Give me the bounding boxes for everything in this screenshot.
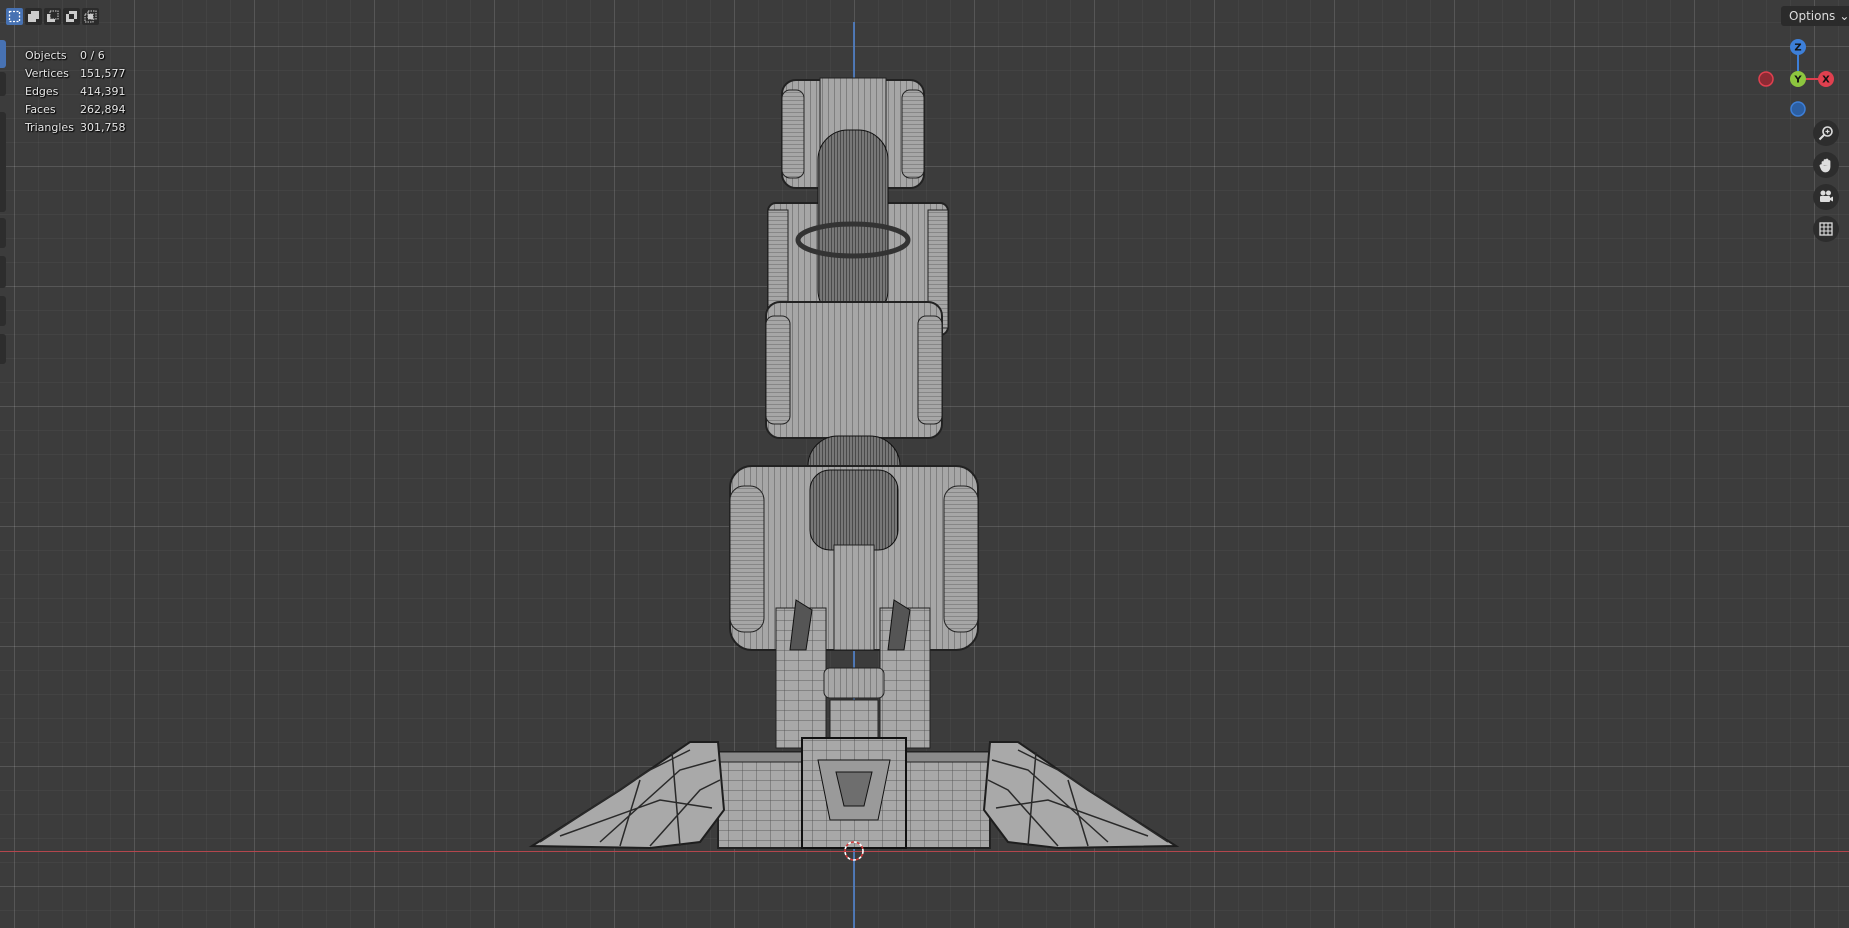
select-intersect-icon[interactable] [82,8,99,25]
stat-vertices: Vertices 151,577 [25,65,126,83]
select-difference-icon[interactable] [63,8,80,25]
stat-value: 0 / 6 [80,49,105,62]
select-extend-icon[interactable] [25,8,42,25]
toolbar-tool-cursor[interactable] [0,72,6,96]
toolbar-tool-transform-group[interactable] [0,112,6,212]
gizmo-y-label: Y [1793,75,1802,86]
gizmo-neg-z-handle[interactable] [1790,101,1806,117]
stat-label: Faces [25,103,56,116]
toolbar-tool-measure[interactable] [0,256,6,288]
stat-value: 414,391 [80,85,126,98]
gizmo-z-label: Z [1794,43,1801,54]
scene-statistics: Objects 0 / 6 Vertices 151,577 Edges 414… [25,47,126,137]
gizmo-x-label: X [1822,75,1830,86]
toolbar-tool-extra[interactable] [0,334,6,364]
stat-value: 301,758 [80,121,126,134]
viewport-nav-tools [1813,120,1839,242]
stat-objects: Objects 0 / 6 [25,47,126,65]
options-dropdown[interactable]: Options ⌄ [1781,6,1849,26]
options-label: Options [1789,9,1836,23]
navigation-gizmo[interactable]: Z X Y [1750,38,1834,122]
pan-hand-icon[interactable] [1813,152,1839,178]
orthographic-grid-icon[interactable] [1813,216,1839,242]
toolbar-tool-annotate[interactable] [0,218,6,248]
toolbar-tool-select[interactable] [0,40,6,68]
stat-label: Objects [25,49,67,62]
stat-faces: Faces 262,894 [25,101,126,119]
stat-label: Edges [25,85,59,98]
select-subtract-icon[interactable] [44,8,61,25]
select-set-icon[interactable] [6,8,23,25]
robot-arm-mesh[interactable] [0,0,1849,928]
selection-mode-toolbar [6,8,99,25]
toolbar-tool-add[interactable] [0,296,6,326]
camera-view-icon[interactable] [1813,184,1839,210]
stat-label: Vertices [25,67,69,80]
stat-label: Triangles [25,121,74,134]
stat-triangles: Triangles 301,758 [25,119,126,137]
chevron-down-icon: ⌄ [1839,9,1849,23]
stat-edges: Edges 414,391 [25,83,126,101]
stat-value: 262,894 [80,103,126,116]
gizmo-neg-x-handle[interactable] [1758,71,1774,87]
zoom-icon[interactable] [1813,120,1839,146]
stat-value: 151,577 [80,67,126,80]
3d-viewport[interactable] [0,0,1849,928]
